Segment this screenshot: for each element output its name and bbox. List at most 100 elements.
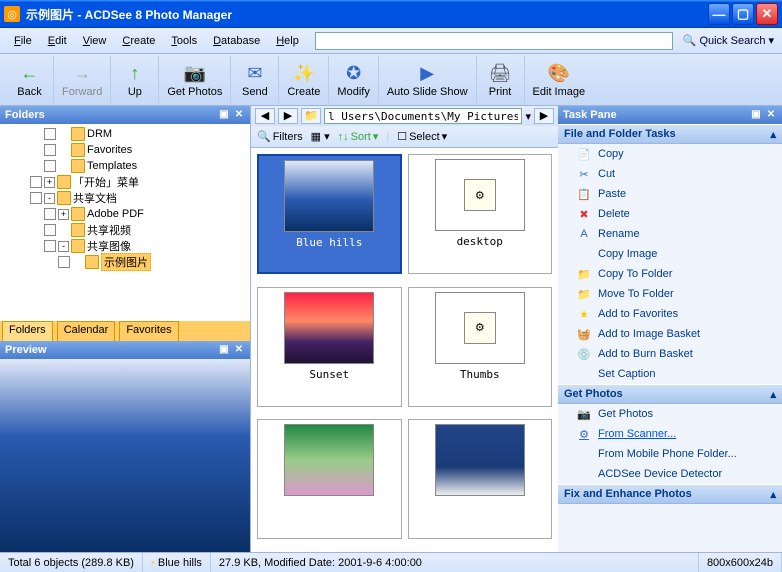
send-button[interactable]: ✉Send: [231, 56, 279, 103]
tree-node[interactable]: DRM: [2, 126, 248, 142]
section-header[interactable]: File and Folder Tasks▴: [558, 124, 782, 144]
menu-help[interactable]: Help: [270, 33, 305, 49]
task-icon: ✖: [576, 206, 592, 222]
folder-tree[interactable]: DRMFavoritesTemplates+「开始」菜单-共享文档+Adobe …: [0, 124, 250, 321]
path-fwd-button[interactable]: ▶: [278, 108, 298, 124]
pin-icon[interactable]: ▣: [218, 109, 230, 121]
menu-file[interactable]: File: [8, 33, 38, 49]
task-get-photos[interactable]: 📷Get Photos: [558, 404, 782, 424]
task-copy-image[interactable]: Copy Image: [558, 244, 782, 264]
tree-node[interactable]: +Adobe PDF: [2, 206, 248, 222]
select-button[interactable]: ☐ Select ▾: [397, 130, 447, 143]
maximize-button[interactable]: ▢: [732, 3, 754, 25]
quicksearch-label[interactable]: 🔍 Quick Search ▾: [683, 34, 774, 47]
print-button[interactable]: 🖨Print: [477, 56, 525, 103]
close-pane-button[interactable]: ✕: [765, 109, 777, 121]
menu-view[interactable]: View: [77, 33, 113, 49]
task-cut[interactable]: ✂Cut: [558, 164, 782, 184]
task-rename[interactable]: ARename: [558, 224, 782, 244]
path-back-button[interactable]: ◀: [255, 108, 275, 124]
thumbnail[interactable]: Blue hills: [257, 154, 402, 274]
task-add-to-favorites[interactable]: ★Add to Favorites: [558, 304, 782, 324]
tree-node[interactable]: -共享图像: [2, 238, 248, 254]
task-paste[interactable]: 📋Paste: [558, 184, 782, 204]
send-icon: ✉: [243, 61, 267, 85]
status-dimensions: 800x600x24b: [699, 553, 782, 572]
tree-checkbox[interactable]: [30, 176, 42, 188]
tab-folders[interactable]: Folders: [2, 321, 53, 341]
dropdown-icon[interactable]: ▾: [525, 110, 531, 123]
tree-checkbox[interactable]: [44, 144, 56, 156]
section-header[interactable]: Fix and Enhance Photos▴: [558, 484, 782, 504]
tab-calendar[interactable]: Calendar: [57, 321, 116, 341]
task-move-to-folder[interactable]: 📁Move To Folder: [558, 284, 782, 304]
expand-icon[interactable]: +: [44, 177, 55, 188]
folder-icon[interactable]: 📁: [301, 108, 321, 124]
close-pane-button[interactable]: ✕: [233, 109, 245, 121]
tree-checkbox[interactable]: [58, 256, 70, 268]
folder-icon: [71, 239, 85, 253]
tree-node[interactable]: +「开始」菜单: [2, 174, 248, 190]
task-icon: ★: [576, 306, 592, 322]
task-copy[interactable]: 📄Copy: [558, 144, 782, 164]
sort-button[interactable]: ↑↓ Sort ▾: [338, 130, 379, 143]
task-acdsee-device-detector[interactable]: ACDSee Device Detector: [558, 464, 782, 484]
minimize-button[interactable]: —: [708, 3, 730, 25]
thumbnail[interactable]: [408, 419, 553, 539]
task-set-caption[interactable]: Set Caption: [558, 364, 782, 384]
task-add-to-burn-basket[interactable]: 💿Add to Burn Basket: [558, 344, 782, 364]
expand-icon[interactable]: -: [44, 193, 55, 204]
path-bar: ◀ ▶ 📁 ▾ ▶: [251, 106, 558, 126]
thumbnail[interactable]: ⚙Thumbs: [408, 287, 553, 407]
tree-checkbox[interactable]: [44, 224, 56, 236]
menu-edit[interactable]: Edit: [42, 33, 73, 49]
up-button[interactable]: ↑Up: [111, 56, 159, 103]
tree-checkbox[interactable]: [30, 192, 42, 204]
task-add-to-image-basket[interactable]: 🧺Add to Image Basket: [558, 324, 782, 344]
auto-slide-show-button[interactable]: ▶Auto Slide Show: [379, 56, 477, 103]
task-delete[interactable]: ✖Delete: [558, 204, 782, 224]
menu-database[interactable]: Database: [207, 33, 266, 49]
folder-icon: [71, 143, 85, 157]
task-from-mobile-phone-folder-[interactable]: From Mobile Phone Folder...: [558, 444, 782, 464]
view-mode-button[interactable]: ▦ ▾: [311, 130, 330, 143]
tree-node[interactable]: -共享文档: [2, 190, 248, 206]
folder-icon: [71, 159, 85, 173]
menu-create[interactable]: Create: [116, 33, 161, 49]
path-input[interactable]: [324, 108, 522, 124]
thumbnail[interactable]: ⚙desktop: [408, 154, 553, 274]
thumb-name: Blue hills: [296, 236, 362, 249]
get-photos-button[interactable]: 📷Get Photos: [159, 56, 231, 103]
tree-node[interactable]: Templates: [2, 158, 248, 174]
pin-icon[interactable]: ▣: [218, 344, 230, 356]
close-button[interactable]: ✕: [756, 3, 778, 25]
tree-node[interactable]: Favorites: [2, 142, 248, 158]
expand-icon[interactable]: +: [58, 209, 69, 220]
section-header[interactable]: Get Photos▴: [558, 384, 782, 404]
close-pane-button[interactable]: ✕: [233, 344, 245, 356]
tree-checkbox[interactable]: [44, 160, 56, 172]
tree-checkbox[interactable]: [44, 240, 56, 252]
edit-image-button[interactable]: 🎨Edit Image: [525, 56, 594, 103]
modify-button[interactable]: ✪Modify: [329, 56, 378, 103]
back-button[interactable]: ←Back: [6, 56, 54, 103]
expand-icon[interactable]: -: [58, 241, 69, 252]
task-from-scanner-[interactable]: ⚙From Scanner...: [558, 424, 782, 444]
menubar: FileEditViewCreateToolsDatabaseHelp 🔍 Qu…: [0, 28, 782, 54]
tree-node[interactable]: 示例图片: [2, 254, 248, 270]
pin-icon[interactable]: ▣: [750, 109, 762, 121]
tree-checkbox[interactable]: [44, 208, 56, 220]
task-icon: 📄: [576, 146, 592, 162]
go-button[interactable]: ▶: [534, 108, 554, 124]
tree-checkbox[interactable]: [44, 128, 56, 140]
quicksearch-input[interactable]: [315, 32, 673, 50]
menu-tools[interactable]: Tools: [165, 33, 203, 49]
filters-button[interactable]: 🔍 Filters: [257, 130, 303, 143]
tree-node[interactable]: 共享视频: [2, 222, 248, 238]
task-copy-to-folder[interactable]: 📁Copy To Folder: [558, 264, 782, 284]
tab-favorites[interactable]: Favorites: [119, 321, 178, 341]
modify-icon: ✪: [342, 61, 366, 85]
create-button[interactable]: ✨Create: [279, 56, 329, 103]
thumbnail[interactable]: Sunset: [257, 287, 402, 407]
thumbnail[interactable]: [257, 419, 402, 539]
